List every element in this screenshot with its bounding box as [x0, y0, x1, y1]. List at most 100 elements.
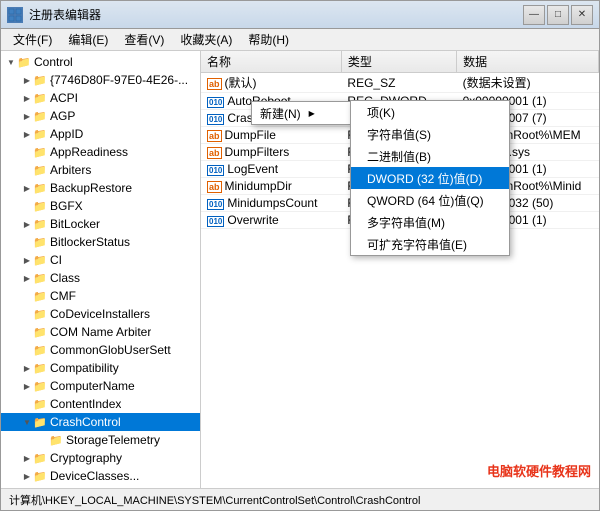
- folder-icon-arbiters: 📁: [33, 164, 47, 176]
- expand-icon-computername: ▶: [21, 380, 33, 392]
- folder-icon-codevice: 📁: [33, 308, 47, 320]
- close-button[interactable]: ✕: [571, 5, 593, 25]
- submenu-box: 项(K)字符串值(S)二进制值(B)DWORD (32 位)值(D)QWORD …: [350, 100, 510, 256]
- tree-label-cryptography: Cryptography: [50, 451, 122, 465]
- tree-label-crashcontrol: CrashControl: [50, 415, 121, 429]
- tree-item-appid[interactable]: ▶ 📁 AppID: [1, 125, 200, 143]
- context-menu-overlay: 新建(N) 项(K)字符串值(S)二进制值(B)DWORD (32 位)值(D)…: [251, 101, 351, 125]
- folder-icon-comname: 📁: [33, 326, 47, 338]
- menu-edit[interactable]: 编辑(E): [60, 29, 116, 50]
- tree-label-codevice: CoDeviceInstallers: [50, 307, 150, 321]
- tree-item-crashcontrol[interactable]: ▼ 📁 CrashControl: [1, 413, 200, 431]
- tree-item-compatibility[interactable]: ▶ 📁 Compatibility: [1, 359, 200, 377]
- folder-icon-bgfx: 📁: [33, 200, 47, 212]
- tree-label-cmf: CMF: [50, 289, 76, 303]
- submenu-item[interactable]: 二进制值(B): [351, 145, 509, 167]
- submenu-item[interactable]: DWORD (32 位)值(D): [351, 167, 509, 189]
- main-content: ▼ 📁 Control ▶ 📁 {7746D80F-97E0-4E26-... …: [1, 51, 599, 488]
- expand-icon-control: ▼: [5, 56, 17, 68]
- expand-icon-appreadiness: [21, 146, 33, 158]
- tree-label-deviceclasses: DeviceClasses...: [50, 469, 139, 483]
- tree-item-comnamearbiter[interactable]: 📁 COM Name Arbiter: [1, 323, 200, 341]
- tree-label-backuprestore: BackupRestore: [50, 181, 132, 195]
- submenu-item[interactable]: 项(K): [351, 101, 509, 123]
- tree-item-bitlockerstatus[interactable]: 📁 BitlockerStatus: [1, 233, 200, 251]
- folder-icon-appid: 📁: [33, 128, 47, 140]
- folder-icon-control: 📁: [17, 56, 31, 68]
- menu-favorites[interactable]: 收藏夹(A): [172, 29, 240, 50]
- tree-item-bitlocker[interactable]: ▶ 📁 BitLocker: [1, 215, 200, 233]
- tree-item-computername[interactable]: ▶ 📁 ComputerName: [1, 377, 200, 395]
- tree-item-deviceclasses[interactable]: ▶ 📁 DeviceClasses...: [1, 467, 200, 485]
- expand-icon-arbiters: [21, 164, 33, 176]
- tree-label-contentindex: ContentIndex: [50, 397, 121, 411]
- submenu-item[interactable]: 多字符串值(M): [351, 211, 509, 233]
- tree-item-hash[interactable]: ▶ 📁 {7746D80F-97E0-4E26-...: [1, 71, 200, 89]
- new-submenu-trigger[interactable]: 新建(N) 项(K)字符串值(S)二进制值(B)DWORD (32 位)值(D)…: [252, 102, 350, 124]
- folder-icon-acpi: 📁: [33, 92, 47, 104]
- expand-icon-contentindex: [21, 398, 33, 410]
- tree-item-contentindex[interactable]: 📁 ContentIndex: [1, 395, 200, 413]
- table-row[interactable]: ab(默认) REG_SZ (数据未设置): [201, 73, 599, 93]
- expand-icon-bitlockerstatus: [21, 236, 33, 248]
- expand-icon-bitlocker: ▶: [21, 218, 33, 230]
- col-header-name[interactable]: 名称: [201, 51, 341, 73]
- tree-label-commonglobus: CommonGlobUserSett: [50, 343, 171, 357]
- folder-icon-agp: 📁: [33, 110, 47, 122]
- submenu-item[interactable]: QWORD (64 位)值(Q): [351, 189, 509, 211]
- folder-icon-bitlockerstatus: 📁: [33, 236, 47, 248]
- cell-name: ab(默认): [201, 73, 341, 93]
- expand-icon-bgfx: [21, 200, 33, 212]
- tree-item-cmf[interactable]: 📁 CMF: [1, 287, 200, 305]
- tree-item-acpi[interactable]: ▶ 📁 ACPI: [1, 89, 200, 107]
- tree-item-backuprestore[interactable]: ▶ 📁 BackupRestore: [1, 179, 200, 197]
- tree-item-codeviceinstallers[interactable]: 📁 CoDeviceInstallers: [1, 305, 200, 323]
- tree-item-storagetelemetry[interactable]: 📁 StorageTelemetry: [1, 431, 200, 449]
- tree-item-class[interactable]: ▶ 📁 Class: [1, 269, 200, 287]
- tree-label-compatibility: Compatibility: [50, 361, 119, 375]
- tree-item-cryptography[interactable]: ▶ 📁 Cryptography: [1, 449, 200, 467]
- cell-name: 010LogEvent: [201, 161, 341, 178]
- tree-item-control[interactable]: ▼ 📁 Control: [1, 53, 200, 71]
- app-icon: [7, 7, 23, 23]
- submenu-item[interactable]: 字符串值(S): [351, 123, 509, 145]
- cell-name: 010Overwrite: [201, 212, 341, 229]
- col-header-type[interactable]: 类型: [341, 51, 456, 73]
- menu-file[interactable]: 文件(F): [5, 29, 60, 50]
- expand-icon-comname: [21, 326, 33, 338]
- menu-help[interactable]: 帮助(H): [240, 29, 297, 50]
- tree-label-comname: COM Name Arbiter: [50, 325, 151, 339]
- tree-item-ci[interactable]: ▶ 📁 CI: [1, 251, 200, 269]
- cell-name: abMinidumpDir: [201, 178, 341, 195]
- folder-icon-hash: 📁: [33, 74, 47, 86]
- folder-icon-computername: 📁: [33, 380, 47, 392]
- expand-icon-class: ▶: [21, 272, 33, 284]
- tree-item-agp[interactable]: ▶ 📁 AGP: [1, 107, 200, 125]
- submenu-item[interactable]: 可扩充字符串值(E): [351, 233, 509, 255]
- col-header-data[interactable]: 数据: [457, 51, 599, 73]
- status-text: 计算机\HKEY_LOCAL_MACHINE\SYSTEM\CurrentCon…: [9, 492, 420, 508]
- minimize-button[interactable]: —: [523, 5, 545, 25]
- registry-editor-window: 注册表编辑器 — □ ✕ 文件(F) 编辑(E) 查看(V) 收藏夹(A) 帮助…: [0, 0, 600, 511]
- menu-bar: 文件(F) 编辑(E) 查看(V) 收藏夹(A) 帮助(H): [1, 29, 599, 51]
- tree-label-control: Control: [34, 55, 73, 69]
- tree-item-arbiters[interactable]: 📁 Arbiters: [1, 161, 200, 179]
- tree-label-bgfx: BGFX: [50, 199, 83, 213]
- folder-icon-ci: 📁: [33, 254, 47, 266]
- tree-label-class: Class: [50, 271, 80, 285]
- tree-label-appid: AppID: [50, 127, 83, 141]
- tree-item-commonglobuserset[interactable]: 📁 CommonGlobUserSett: [1, 341, 200, 359]
- expand-icon-ci: ▶: [21, 254, 33, 266]
- folder-icon-bitlocker: 📁: [33, 218, 47, 230]
- cell-data: (数据未设置): [457, 73, 599, 93]
- title-bar: 注册表编辑器 — □ ✕: [1, 1, 599, 29]
- status-bar: 计算机\HKEY_LOCAL_MACHINE\SYSTEM\CurrentCon…: [1, 488, 599, 510]
- menu-view[interactable]: 查看(V): [116, 29, 172, 50]
- tree-item-bgfx[interactable]: 📁 BGFX: [1, 197, 200, 215]
- registry-tree: ▼ 📁 Control ▶ 📁 {7746D80F-97E0-4E26-... …: [1, 51, 201, 488]
- maximize-button[interactable]: □: [547, 5, 569, 25]
- folder-icon-crashcontrol: 📁: [33, 416, 47, 428]
- tree-label-storagetelemetry: StorageTelemetry: [66, 433, 160, 447]
- expand-icon-acpi: ▶: [21, 92, 33, 104]
- tree-item-appreadiness[interactable]: 📁 AppReadiness: [1, 143, 200, 161]
